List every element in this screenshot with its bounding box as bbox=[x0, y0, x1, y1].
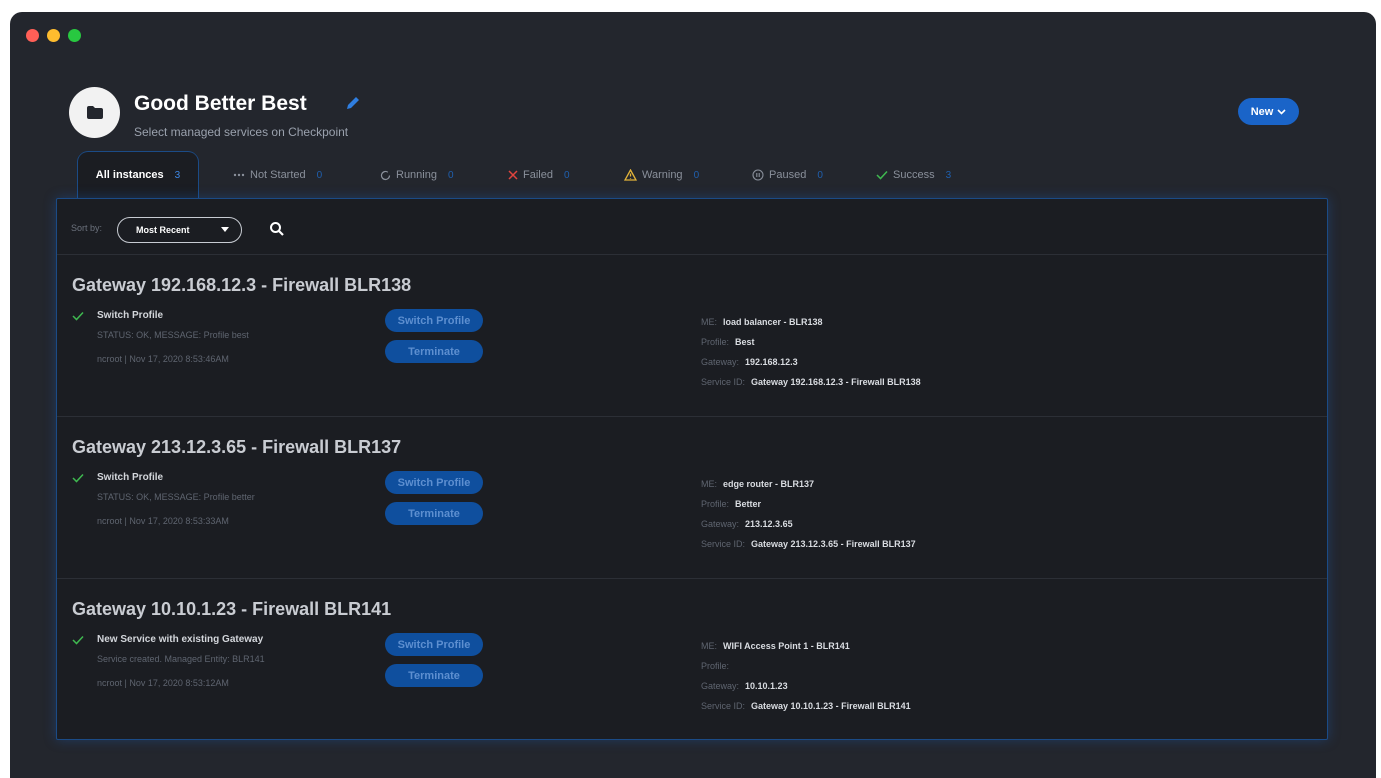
service-id-value: Gateway 192.168.12.3 - Firewall BLR138 bbox=[751, 377, 921, 387]
switch-profile-button[interactable]: Switch Profile bbox=[385, 309, 483, 332]
tab-label: Running bbox=[396, 169, 437, 181]
instance-title: Gateway 192.168.12.3 - Firewall BLR138 bbox=[72, 275, 412, 295]
caret-down-icon bbox=[221, 227, 229, 232]
activity-meta: ncroot | Nov 17, 2020 8:53:46AM bbox=[97, 354, 229, 364]
instance-details: ME: WIFI Access Point 1 - BLR141 Profile:… bbox=[701, 639, 911, 719]
new-button[interactable]: New bbox=[1238, 98, 1299, 125]
pause-icon bbox=[752, 169, 764, 181]
me-label: ME: bbox=[701, 641, 718, 651]
tab-label: Success bbox=[893, 169, 935, 181]
tab-count: 3 bbox=[945, 169, 952, 181]
sort-dropdown[interactable]: Most Recent bbox=[117, 217, 242, 243]
instance-title: Gateway 10.10.1.23 - Firewall BLR141 bbox=[72, 599, 392, 619]
tab-count: 0 bbox=[316, 169, 323, 181]
instance-card: Gateway 10.10.1.23 - Firewall BLR141 New… bbox=[57, 579, 1327, 741]
me-value: WIFI Access Point 1 - BLR141 bbox=[723, 641, 850, 651]
service-id-value: Gateway 213.12.3.65 - Firewall BLR137 bbox=[751, 539, 916, 549]
tab-count: 0 bbox=[447, 169, 454, 181]
tab-count: 0 bbox=[817, 169, 823, 181]
status-tabs: All instances 3 Not Started 0 Running 0 … bbox=[78, 152, 1328, 198]
folder-icon bbox=[86, 106, 103, 119]
pencil-edit-icon[interactable] bbox=[344, 94, 362, 112]
activity-title: New Service with existing Gateway bbox=[97, 634, 264, 645]
terminate-button[interactable]: Terminate bbox=[385, 664, 483, 687]
sort-label: Sort by: bbox=[71, 223, 103, 233]
gateway-value: 192.168.12.3 bbox=[745, 357, 798, 367]
refresh-icon bbox=[380, 170, 391, 180]
check-icon bbox=[72, 311, 84, 321]
search-icon[interactable] bbox=[269, 221, 285, 237]
gateway-label: Gateway: bbox=[701, 519, 740, 529]
tab-label: Paused bbox=[769, 169, 807, 181]
activity-meta: ncroot | Nov 17, 2020 8:53:33AM bbox=[97, 516, 229, 526]
tab-count: 3 bbox=[174, 169, 181, 181]
instance-title: Gateway 213.12.3.65 - Firewall BLR137 bbox=[72, 437, 402, 457]
new-button-label: New bbox=[1250, 105, 1274, 118]
service-id-label: Service ID: bbox=[701, 701, 746, 711]
window-controls bbox=[26, 29, 81, 42]
service-id-label: Service ID: bbox=[701, 377, 746, 387]
tab-all-instances[interactable]: All instances 3 bbox=[78, 152, 198, 198]
instance-card: Gateway 192.168.12.3 - Firewall BLR138 S… bbox=[57, 255, 1327, 417]
tab-running[interactable]: Running 0 bbox=[380, 152, 454, 198]
activity-status: STATUS: OK, MESSAGE: Profile better bbox=[97, 492, 255, 502]
close-window-button[interactable] bbox=[26, 29, 39, 42]
dots-icon bbox=[233, 173, 245, 177]
profile-label: Profile: bbox=[701, 337, 730, 347]
tab-label: Warning bbox=[642, 169, 683, 181]
terminate-button[interactable]: Terminate bbox=[385, 340, 483, 363]
tab-failed[interactable]: Failed 0 bbox=[508, 152, 570, 198]
tab-warning[interactable]: Warning 0 bbox=[624, 152, 699, 198]
page-title: Good Better Best bbox=[134, 92, 307, 115]
sort-toolbar: Sort by: Most Recent bbox=[57, 199, 1327, 255]
profile-label: Profile: bbox=[701, 499, 730, 509]
check-icon bbox=[876, 170, 888, 180]
app-window: Good Better Best Select managed services… bbox=[10, 12, 1376, 778]
folder-avatar bbox=[69, 87, 120, 138]
instances-panel: Sort by: Most Recent Gateway 192.168.12.… bbox=[56, 198, 1328, 740]
check-icon bbox=[72, 635, 84, 645]
profile-value: Better bbox=[735, 499, 762, 509]
tab-label: All instances bbox=[95, 169, 164, 181]
tab-count: 0 bbox=[563, 169, 570, 181]
tab-success[interactable]: Success 3 bbox=[876, 152, 951, 198]
service-id-value: Gateway 10.10.1.23 - Firewall BLR141 bbox=[751, 701, 911, 711]
activity-title: Switch Profile bbox=[97, 472, 164, 483]
profile-value: Best bbox=[735, 337, 755, 347]
activity-status: Service created. Managed Entity: BLR141 bbox=[97, 654, 265, 664]
profile-label: Profile: bbox=[701, 661, 730, 671]
tab-count: 0 bbox=[693, 169, 700, 181]
instance-card: Gateway 213.12.3.65 - Firewall BLR137 Sw… bbox=[57, 417, 1327, 579]
tab-label: Failed bbox=[523, 169, 553, 181]
tab-not-started[interactable]: Not Started 0 bbox=[233, 152, 322, 198]
gateway-value: 10.10.1.23 bbox=[745, 681, 788, 691]
activity-meta: ncroot | Nov 17, 2020 8:53:12AM bbox=[97, 678, 229, 688]
activity-status: STATUS: OK, MESSAGE: Profile best bbox=[97, 330, 249, 340]
sort-value: Most Recent bbox=[136, 225, 190, 235]
page-subtitle: Select managed services on Checkpoint bbox=[134, 125, 349, 139]
gateway-value: 213.12.3.65 bbox=[745, 519, 793, 529]
me-value: edge router - BLR137 bbox=[723, 479, 815, 489]
maximize-window-button[interactable] bbox=[68, 29, 81, 42]
terminate-button[interactable]: Terminate bbox=[385, 502, 483, 525]
service-id-label: Service ID: bbox=[701, 539, 746, 549]
x-icon bbox=[508, 170, 518, 180]
chevron-down-icon bbox=[1277, 108, 1286, 115]
me-value: load balancer - BLR138 bbox=[723, 317, 823, 327]
gateway-label: Gateway: bbox=[701, 357, 740, 367]
switch-profile-button[interactable]: Switch Profile bbox=[385, 633, 483, 656]
tab-paused[interactable]: Paused 0 bbox=[752, 152, 823, 198]
activity-title: Switch Profile bbox=[97, 310, 164, 321]
gateway-label: Gateway: bbox=[701, 681, 740, 691]
minimize-window-button[interactable] bbox=[47, 29, 60, 42]
instance-details: ME: edge router - BLR137 Profile: Better G… bbox=[701, 477, 916, 557]
me-label: ME: bbox=[701, 479, 718, 489]
instance-details: ME: load balancer - BLR138 Profile: Best G… bbox=[701, 315, 921, 395]
tab-label: Not Started bbox=[250, 169, 306, 181]
switch-profile-button[interactable]: Switch Profile bbox=[385, 471, 483, 494]
check-icon bbox=[72, 473, 84, 483]
me-label: ME: bbox=[701, 317, 718, 327]
warning-icon bbox=[624, 169, 637, 181]
